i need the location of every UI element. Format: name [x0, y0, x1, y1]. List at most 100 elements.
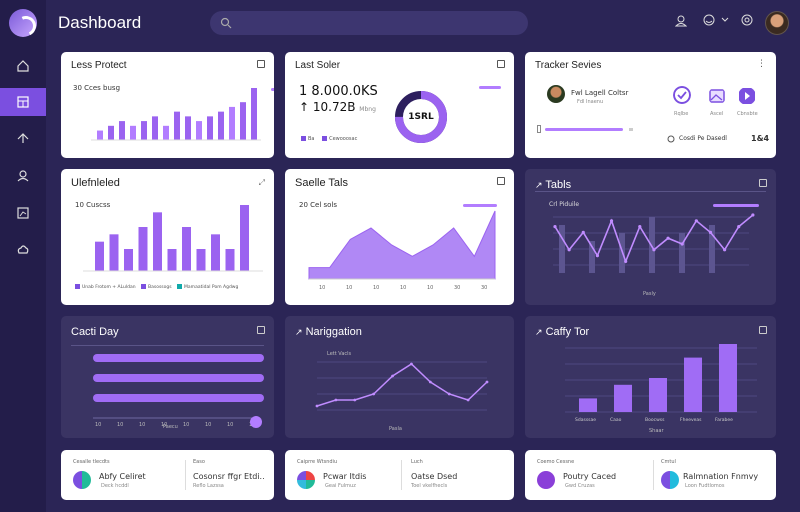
chart-bar: [163, 125, 169, 140]
card-title: Ulefnleled: [71, 177, 120, 189]
chevron-down-icon[interactable]: [721, 17, 729, 23]
app-icon: [661, 471, 679, 489]
chart-bar: [649, 217, 655, 273]
search-icon: [220, 17, 232, 29]
metric-value: 1 8.000.0KS: [299, 84, 378, 99]
app-logo[interactable]: [9, 9, 37, 37]
item-subtitle: Fdl Inaenu: [577, 99, 604, 105]
sidebar-item-dashboard[interactable]: [0, 88, 46, 116]
item-name: Ralmnation Fnmvy: [683, 472, 759, 481]
tick-label: 10: [139, 422, 145, 428]
settings-icon[interactable]: [741, 14, 753, 26]
divider: [185, 460, 186, 490]
item-name: Oatse Dsed: [411, 472, 458, 481]
card-saelle-tals: Saelle Tals 20 Cel sols 10 10 10 10 10 30 30: [285, 169, 514, 305]
upload-icon: [17, 133, 29, 143]
data-point: [581, 230, 585, 234]
data-point: [595, 254, 600, 258]
chart-bar: [207, 116, 213, 140]
item-name: Poutry Caced: [563, 472, 617, 481]
footer-label: Cosdi Pe Dasedl: [679, 135, 727, 142]
expand-icon[interactable]: [759, 326, 767, 334]
image-icon[interactable]: [708, 87, 726, 105]
data-point: [391, 374, 394, 378]
area-series: [308, 210, 496, 280]
user-icon: [17, 170, 29, 182]
sidebar-item-cloud[interactable]: [0, 236, 46, 264]
data-point: [751, 213, 755, 217]
bar-chart: Sdasssae Caao Boocwss Fheeveas Farabee: [565, 344, 757, 423]
card-title: Cesalle tlecdts: [73, 459, 110, 465]
divider: [71, 345, 264, 346]
chart-bar: [152, 116, 158, 140]
item-subtitle: Deck hcddl: [101, 483, 129, 489]
card-subtitle: Crl Piduile: [549, 201, 580, 208]
tick-label: 10: [205, 422, 211, 428]
data-point: [353, 398, 357, 402]
more-icon[interactable]: ⋮: [757, 59, 766, 69]
tick-label: 10: [346, 285, 352, 291]
expand-icon[interactable]: [759, 179, 767, 187]
chart-bar: [167, 249, 177, 271]
sidebar-item-upload[interactable]: [0, 124, 46, 152]
cloud-icon: [17, 245, 29, 254]
donut-label: 1SRL: [408, 112, 434, 122]
avatar[interactable]: [765, 11, 789, 35]
divider: [653, 460, 654, 490]
expand-icon[interactable]: [497, 60, 505, 68]
video-icon[interactable]: [738, 87, 756, 105]
chart-bar: [684, 357, 702, 412]
chart-bar: [174, 111, 180, 140]
section-label: Easo: [193, 459, 205, 465]
card-ulefnleled: Ulefnleled ⤢ 10 Cuscss Unab Frotom + ALu…: [61, 169, 274, 305]
card-title: Saelle Tals: [295, 177, 348, 189]
chart-bar: [251, 88, 257, 140]
chart-bar: [614, 384, 632, 412]
item-subtitle: Geai Fulmuz: [325, 483, 356, 489]
item-subtitle: Gwd Cruzas: [565, 483, 595, 489]
card-title: Caiprre Wtsndiu: [297, 459, 338, 465]
card-caffy-tor: ↗ Caffy Tor Sdasssae Caao Boocwss Fheeveas F…: [525, 316, 776, 438]
legend-pill: [271, 88, 274, 91]
divider: [535, 191, 766, 192]
data-point: [334, 398, 338, 402]
chart-bar: [124, 249, 133, 271]
notification-icon[interactable]: [675, 14, 687, 28]
progress-start-marker: [537, 125, 541, 133]
data-point: [447, 392, 451, 396]
sidebar-item-home[interactable]: [0, 52, 46, 80]
data-point: [410, 362, 413, 366]
line-bar-chart: [553, 213, 755, 273]
expand-icon[interactable]: ⤢: [259, 178, 265, 188]
info-icon: [667, 135, 675, 143]
sidebar-item-user[interactable]: [0, 162, 46, 190]
chart-bar: [240, 102, 246, 140]
expand-icon[interactable]: [497, 177, 505, 185]
slider-handle[interactable]: [250, 416, 262, 428]
data-point: [485, 380, 489, 384]
chart-bar: [93, 394, 264, 402]
chart-bar: [649, 378, 667, 412]
item-subtitle: Reflo Lazssa: [193, 483, 224, 489]
item-name: Abfy Celiret: [99, 472, 146, 481]
emoji-icon[interactable]: [703, 14, 715, 26]
check-icon[interactable]: [673, 86, 691, 104]
line-chart: [315, 361, 489, 411]
home-icon: [17, 60, 29, 72]
expand-icon[interactable]: [257, 60, 265, 68]
data-point: [315, 404, 319, 408]
data-point: [638, 225, 642, 229]
expand-icon[interactable]: [257, 326, 265, 334]
tick-label: 10: [95, 422, 101, 428]
tick-label: Caao: [610, 417, 622, 423]
axis-label: Paecu: [163, 424, 178, 430]
legend-pill: [713, 204, 759, 207]
app-icon: [73, 471, 91, 489]
chart-bar: [218, 111, 224, 140]
line-series: [316, 363, 488, 407]
chart-bar: [109, 234, 119, 271]
search-input[interactable]: [210, 11, 528, 35]
item-name: Cosonsr ffgr Etdi..: [193, 472, 265, 481]
sidebar-item-chart[interactable]: [0, 199, 46, 227]
card-tabls: ↗ Tabls Crl Piduile Pasly: [525, 169, 776, 305]
